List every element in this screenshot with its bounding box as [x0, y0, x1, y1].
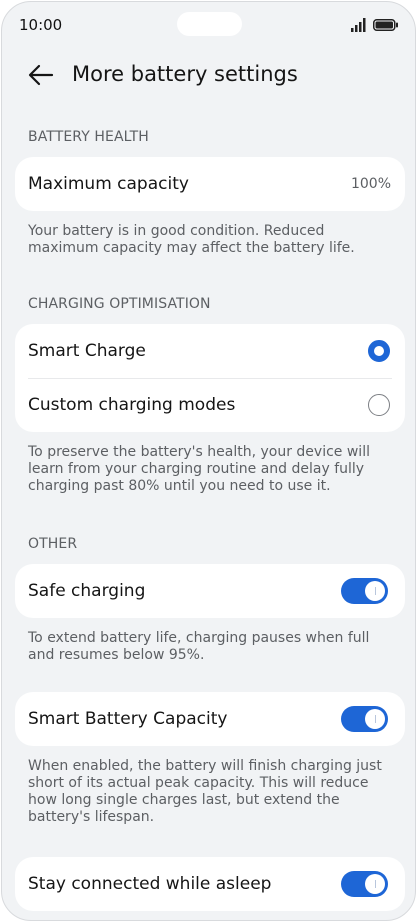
- section-header-battery-health: BATTERY HEALTH: [28, 129, 149, 145]
- battery-health-description: Your battery is in good condition. Reduc…: [28, 223, 355, 256]
- charging-optimisation-description: To preserve the battery's health, your d…: [28, 444, 370, 494]
- stay-connected-row[interactable]: Stay connected while asleep: [15, 857, 405, 911]
- smart-battery-capacity-card: Smart Battery Capacity: [15, 692, 405, 746]
- max-capacity-row[interactable]: Maximum capacity 100%: [15, 157, 405, 211]
- max-capacity-label: Maximum capacity: [28, 174, 189, 194]
- status-time: 10:00: [19, 16, 63, 34]
- custom-charging-modes-label: Custom charging modes: [28, 395, 236, 415]
- smart-battery-capacity-toggle[interactable]: [341, 706, 388, 732]
- smart-battery-capacity-row[interactable]: Smart Battery Capacity: [15, 692, 405, 746]
- toggle-knob: [365, 874, 385, 894]
- smart-battery-capacity-description: When enabled, the battery will finish ch…: [28, 758, 382, 825]
- back-arrow-icon[interactable]: [26, 60, 56, 90]
- smart-charge-label: Smart Charge: [28, 341, 146, 361]
- option-custom-charging-modes[interactable]: Custom charging modes: [15, 378, 405, 432]
- charging-optimisation-card: Smart Charge Custom charging modes: [15, 324, 405, 432]
- battery-icon: [373, 19, 398, 31]
- camera-notch: [177, 12, 242, 36]
- stay-connected-toggle[interactable]: [341, 871, 388, 897]
- signal-icon: [351, 18, 366, 32]
- battery-health-card: Maximum capacity 100%: [15, 157, 405, 211]
- stay-connected-card: Stay connected while asleep: [15, 857, 405, 911]
- toggle-knob: [365, 581, 385, 601]
- smart-battery-capacity-label: Smart Battery Capacity: [28, 709, 228, 729]
- toggle-knob: [365, 709, 385, 729]
- phone-screen: 10:00 More battery settings BATTERY HEAL…: [1, 1, 416, 921]
- safe-charging-label: Safe charging: [28, 581, 146, 601]
- safe-charging-description: To extend battery life, charging pauses …: [28, 630, 370, 663]
- smart-charge-radio[interactable]: [368, 340, 390, 362]
- safe-charging-card: Safe charging: [15, 564, 405, 618]
- custom-charging-modes-radio[interactable]: [368, 394, 390, 416]
- stay-connected-label: Stay connected while asleep: [28, 874, 272, 894]
- section-header-charging-optimisation: CHARGING OPTIMISATION: [28, 296, 211, 312]
- safe-charging-toggle[interactable]: [341, 578, 388, 604]
- max-capacity-value: 100%: [350, 176, 391, 192]
- section-header-other: OTHER: [28, 536, 78, 552]
- safe-charging-row[interactable]: Safe charging: [15, 564, 405, 618]
- option-smart-charge[interactable]: Smart Charge: [15, 324, 405, 378]
- page-title: More battery settings: [72, 62, 298, 86]
